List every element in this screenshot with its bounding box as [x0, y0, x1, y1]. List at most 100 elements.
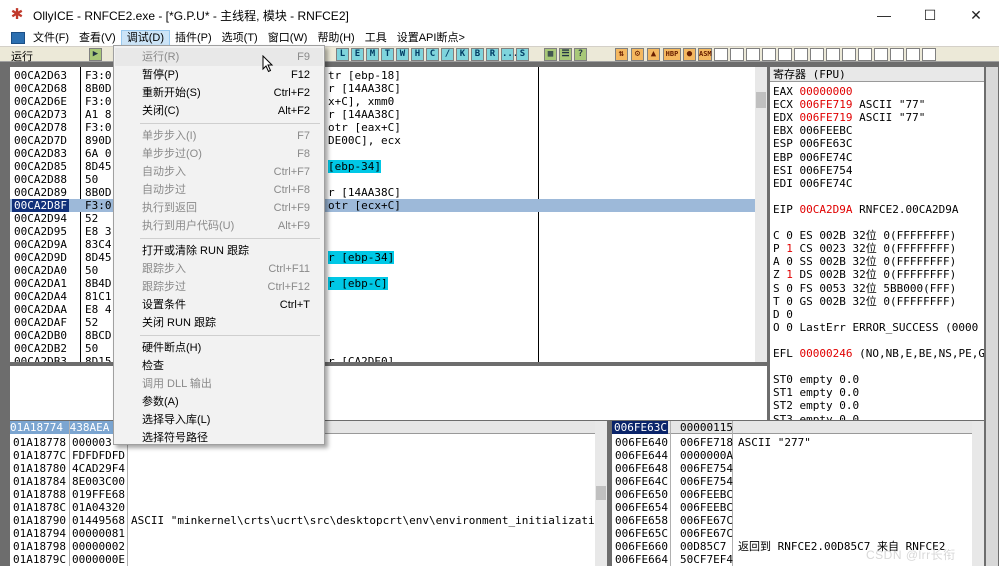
toolbar-btn-m[interactable]: M: [366, 48, 379, 61]
dump-scrollbar[interactable]: [595, 421, 607, 566]
register-row[interactable]: T 0 GS 002B 32位 0(FFFFFFFF): [773, 295, 956, 308]
toolbar-btn-r[interactable]: R: [486, 48, 499, 61]
toolbar-slot-3[interactable]: [746, 48, 760, 61]
disassembly-scrollbar[interactable]: [755, 67, 767, 362]
toolbar-slot-10[interactable]: [858, 48, 872, 61]
toolbar-btn-t[interactable]: T: [381, 48, 394, 61]
register-row[interactable]: ESI 006FE754: [773, 164, 852, 177]
disasm-text: [ebp-34]: [328, 160, 381, 173]
menu-help[interactable]: 帮助(H): [312, 30, 359, 46]
dump-icon[interactable]: ⚙: [631, 48, 644, 61]
hardware-bp-button[interactable]: HBP: [663, 48, 681, 61]
menu-debug[interactable]: 调试(D): [120, 30, 170, 46]
debug-menu-item[interactable]: 选择符号路径: [115, 429, 323, 447]
register-comment: ASCII "77": [852, 98, 926, 112]
toolbar-btn-l[interactable]: L: [336, 48, 349, 61]
disasm-address: 00CA2DAA: [14, 303, 67, 316]
dump-hex: 0000000E: [72, 553, 125, 566]
toolbar-slot-14[interactable]: [922, 48, 936, 61]
register-row[interactable]: ST0 empty 0.0: [773, 373, 859, 386]
scroll-thumb[interactable]: [756, 92, 766, 108]
list-icon[interactable]: ☰: [559, 48, 572, 61]
debug-menu-item[interactable]: 检查: [115, 357, 323, 375]
register-row[interactable]: A 0 SS 002B 32位 0(FFFFFFFF): [773, 255, 956, 268]
toolbar-btn-e[interactable]: E: [351, 48, 364, 61]
register-row[interactable]: EFL 00000246 (NO,NB,E,BE,NS,PE,G: [773, 347, 984, 360]
register-row[interactable]: ST3 empty 0.0: [773, 413, 859, 421]
right-scrollbar[interactable]: [986, 67, 998, 566]
close-icon[interactable]: ✕: [953, 0, 999, 30]
asm-button[interactable]: ASM: [698, 48, 712, 61]
stack-address: 006FE65C: [615, 527, 668, 540]
toolbar-btn-dots[interactable]: ...: [501, 48, 518, 61]
register-row[interactable]: EBX 006FEEBC: [773, 124, 852, 137]
register-row[interactable]: EBP 006FE74C: [773, 151, 852, 164]
menu-window[interactable]: 窗口(W): [263, 30, 313, 46]
menu-tools[interactable]: 工具: [360, 30, 392, 46]
debug-menu-item[interactable]: 关闭 RUN 跟踪: [115, 314, 323, 332]
menu-file[interactable]: 文件(F): [28, 30, 74, 46]
open-icon[interactable]: ▶: [89, 48, 102, 61]
register-row[interactable]: C 0 ES 002B 32位 0(FFFFFFFF): [773, 229, 956, 242]
toolbar-slot-11[interactable]: [874, 48, 888, 61]
register-row[interactable]: D 0: [773, 308, 793, 321]
toolbar-slot-12[interactable]: [890, 48, 904, 61]
debug-menu-item[interactable]: 暂停(P) F12: [115, 66, 323, 84]
register-row[interactable]: EDI 006FE74C: [773, 177, 852, 190]
help-icon[interactable]: ?: [574, 48, 587, 61]
register-row[interactable]: P 1 CS 0023 32位 0(FFFFFFFF): [773, 242, 956, 255]
debug-menu-item[interactable]: 设置条件 Ctrl+T: [115, 296, 323, 314]
register-comment: ASCII "77": [852, 111, 926, 125]
debug-menu-item[interactable]: 选择导入库(L): [115, 411, 323, 429]
toolbar-btn-b[interactable]: B: [471, 48, 484, 61]
toolbar-btn-h[interactable]: H: [411, 48, 424, 61]
debug-menu-item[interactable]: 参数(A): [115, 393, 323, 411]
watermark: CSDN @lrr长衔: [866, 548, 956, 562]
toolbar-slot-13[interactable]: [906, 48, 920, 61]
register-label: EAX: [773, 85, 800, 98]
toolbar-btn-k[interactable]: K: [456, 48, 469, 61]
patch-icon[interactable]: ▲: [647, 48, 660, 61]
debug-menu-item[interactable]: 硬件断点(H): [115, 339, 323, 357]
toolbar-slot-9[interactable]: [842, 48, 856, 61]
register-row[interactable]: S 0 FS 0053 32位 5BB000(FFF): [773, 282, 956, 295]
toolbar-slot-6[interactable]: [794, 48, 808, 61]
debug-menu-item[interactable]: 打开或清除 RUN 跟踪: [115, 242, 323, 260]
register-row[interactable]: ECX 006FE719 ASCII "77": [773, 98, 925, 111]
menu-options[interactable]: 选项(T): [217, 30, 263, 46]
maximize-icon[interactable]: ☐: [907, 0, 953, 30]
minimize-icon[interactable]: —: [861, 0, 907, 30]
register-row[interactable]: EDX 006FE719 ASCII "77": [773, 111, 925, 124]
menu-plugins[interactable]: 插件(P): [170, 30, 217, 46]
toolbar-btn-slash[interactable]: /: [441, 48, 454, 61]
bp-icon[interactable]: ●: [683, 48, 696, 61]
toolbar-slot-8[interactable]: [826, 48, 840, 61]
toolbar-slot-2[interactable]: [730, 48, 744, 61]
debug-menu-item[interactable]: 重新开始(S) Ctrl+F2: [115, 84, 323, 102]
register-row[interactable]: O 0 LastErr ERROR_SUCCESS (0000: [773, 321, 978, 334]
register-row[interactable]: EAX 00000000: [773, 85, 852, 98]
debug-menu-item[interactable]: 关闭(C) Alt+F2: [115, 102, 323, 120]
register-row[interactable]: ST1 empty 0.0: [773, 386, 859, 399]
menu-view[interactable]: 查看(V): [74, 30, 121, 46]
toolbar-slot-4[interactable]: [762, 48, 776, 61]
register-row[interactable]: ESP 006FE63C: [773, 137, 852, 150]
toolbar-slot-5[interactable]: [778, 48, 792, 61]
toolbar-btn-c[interactable]: C: [426, 48, 439, 61]
register-value: 00000246: [799, 347, 853, 360]
toolbar-slot-7[interactable]: [810, 48, 824, 61]
toolbar-btn-s[interactable]: S: [516, 48, 529, 61]
register-row[interactable]: Z 1 DS 002B 32位 0(FFFFFFFF): [773, 268, 956, 281]
toolbar-slot-1[interactable]: [714, 48, 728, 61]
grid-icon[interactable]: ▦: [544, 48, 557, 61]
register-row[interactable]: EIP 00CA2D9A RNFCE2.00CA2D9A: [773, 203, 958, 216]
register-row[interactable]: ST2 empty 0.0: [773, 399, 859, 412]
mdi-window-icon[interactable]: [11, 32, 25, 44]
registers-pane[interactable]: 寄存器 (FPU) EAX 00000000 ECX 006FE719 ASCII…: [770, 67, 984, 420]
scroll-thumb[interactable]: [596, 486, 606, 500]
menu-api-breakpoint[interactable]: 设置API断点>: [392, 30, 470, 46]
stack-scrollbar[interactable]: [972, 421, 984, 566]
toolbar-btn-w[interactable]: W: [396, 48, 409, 61]
stack-pane[interactable]: 006FE63C 00000115 006FE640 006FE718 ASCII …: [612, 421, 984, 566]
trace-icon[interactable]: ⇅: [615, 48, 628, 61]
